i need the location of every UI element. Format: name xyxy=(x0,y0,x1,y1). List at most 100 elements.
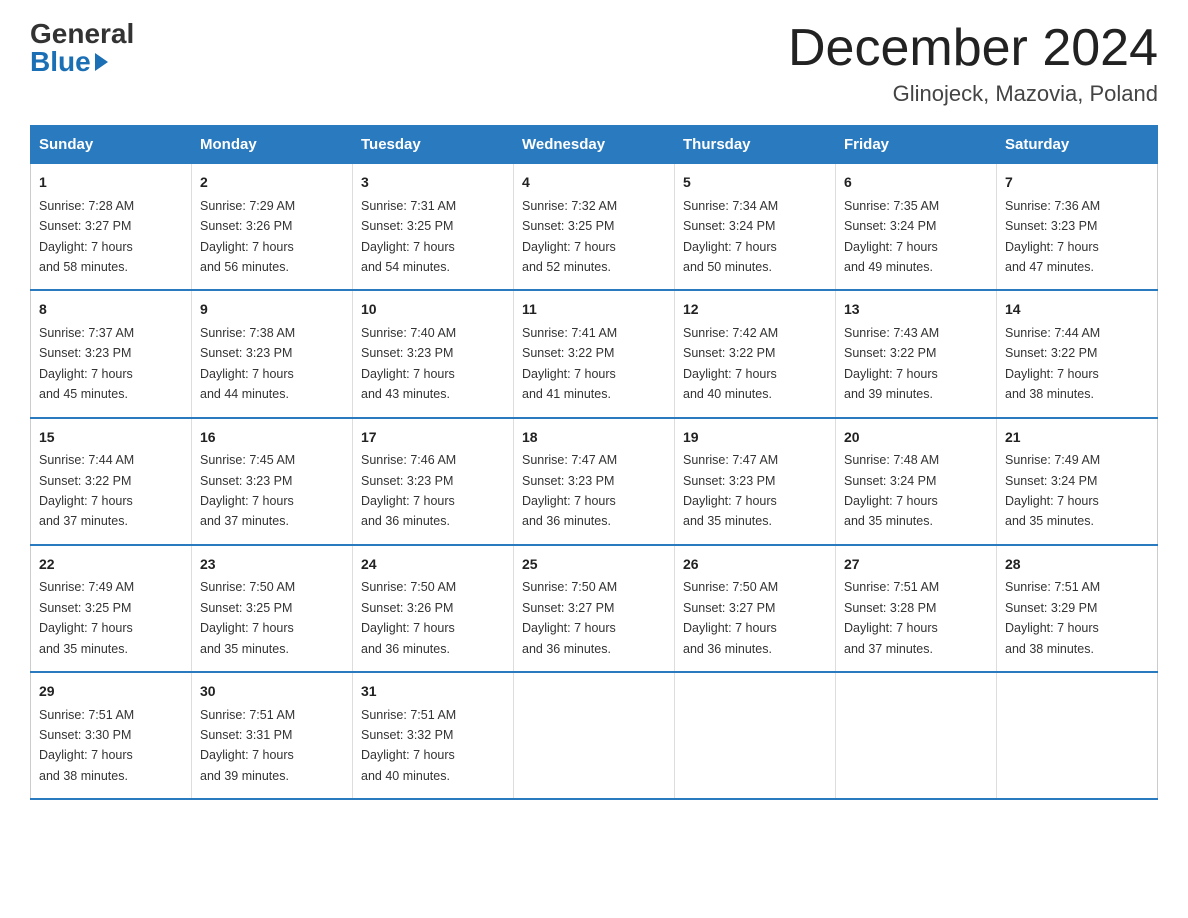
day-number: 10 xyxy=(361,299,505,321)
calendar-cell xyxy=(675,672,836,799)
day-number: 20 xyxy=(844,427,988,449)
day-number: 2 xyxy=(200,172,344,194)
day-number: 3 xyxy=(361,172,505,194)
day-info: Sunrise: 7:51 AM Sunset: 3:28 PM Dayligh… xyxy=(844,580,939,655)
calendar-cell: 11 Sunrise: 7:41 AM Sunset: 3:22 PM Dayli… xyxy=(514,290,675,417)
calendar-cell xyxy=(836,672,997,799)
logo-triangle-icon xyxy=(95,53,108,71)
calendar-cell xyxy=(514,672,675,799)
day-info: Sunrise: 7:50 AM Sunset: 3:25 PM Dayligh… xyxy=(200,580,295,655)
day-info: Sunrise: 7:47 AM Sunset: 3:23 PM Dayligh… xyxy=(522,453,617,528)
calendar-cell: 12 Sunrise: 7:42 AM Sunset: 3:22 PM Dayli… xyxy=(675,290,836,417)
day-info: Sunrise: 7:44 AM Sunset: 3:22 PM Dayligh… xyxy=(39,453,134,528)
day-number: 24 xyxy=(361,554,505,576)
day-info: Sunrise: 7:50 AM Sunset: 3:27 PM Dayligh… xyxy=(522,580,617,655)
day-number: 8 xyxy=(39,299,183,321)
header-monday: Monday xyxy=(192,126,353,164)
calendar-header-row: SundayMondayTuesdayWednesdayThursdayFrid… xyxy=(31,126,1158,164)
day-info: Sunrise: 7:47 AM Sunset: 3:23 PM Dayligh… xyxy=(683,453,778,528)
calendar-cell: 6 Sunrise: 7:35 AM Sunset: 3:24 PM Daylig… xyxy=(836,164,997,291)
day-number: 9 xyxy=(200,299,344,321)
day-info: Sunrise: 7:34 AM Sunset: 3:24 PM Dayligh… xyxy=(683,199,778,274)
day-info: Sunrise: 7:37 AM Sunset: 3:23 PM Dayligh… xyxy=(39,326,134,401)
logo: General Blue xyxy=(30,20,134,76)
calendar-cell: 22 Sunrise: 7:49 AM Sunset: 3:25 PM Dayli… xyxy=(31,545,192,672)
day-info: Sunrise: 7:49 AM Sunset: 3:25 PM Dayligh… xyxy=(39,580,134,655)
calendar-cell: 1 Sunrise: 7:28 AM Sunset: 3:27 PM Daylig… xyxy=(31,164,192,291)
calendar-cell: 2 Sunrise: 7:29 AM Sunset: 3:26 PM Daylig… xyxy=(192,164,353,291)
week-row-5: 29Sunrise: 7:51 AM Sunset: 3:30 PM Dayli… xyxy=(31,672,1158,799)
header-wednesday: Wednesday xyxy=(514,126,675,164)
day-info: Sunrise: 7:45 AM Sunset: 3:23 PM Dayligh… xyxy=(200,453,295,528)
day-info: Sunrise: 7:46 AM Sunset: 3:23 PM Dayligh… xyxy=(361,453,456,528)
day-info: Sunrise: 7:35 AM Sunset: 3:24 PM Dayligh… xyxy=(844,199,939,274)
week-row-2: 8 Sunrise: 7:37 AM Sunset: 3:23 PM Daylig… xyxy=(31,290,1158,417)
week-row-4: 22 Sunrise: 7:49 AM Sunset: 3:25 PM Dayli… xyxy=(31,545,1158,672)
day-number: 13 xyxy=(844,299,988,321)
calendar-cell: 27 Sunrise: 7:51 AM Sunset: 3:28 PM Dayli… xyxy=(836,545,997,672)
day-number: 27 xyxy=(844,554,988,576)
calendar-cell: 25 Sunrise: 7:50 AM Sunset: 3:27 PM Dayli… xyxy=(514,545,675,672)
day-number: 22 xyxy=(39,554,183,576)
day-number: 25 xyxy=(522,554,666,576)
day-number: 11 xyxy=(522,299,666,321)
calendar-cell: 3 Sunrise: 7:31 AM Sunset: 3:25 PM Daylig… xyxy=(353,164,514,291)
calendar-cell: 30 Sunrise: 7:51 AM Sunset: 3:31 PM Dayli… xyxy=(192,672,353,799)
day-number: 14 xyxy=(1005,299,1149,321)
header-sunday: Sunday xyxy=(31,126,192,164)
calendar-cell: 5 Sunrise: 7:34 AM Sunset: 3:24 PM Daylig… xyxy=(675,164,836,291)
day-info: Sunrise: 7:51 AM Sunset: 3:29 PM Dayligh… xyxy=(1005,580,1100,655)
day-number: 26 xyxy=(683,554,827,576)
day-number: 21 xyxy=(1005,427,1149,449)
day-number: 7 xyxy=(1005,172,1149,194)
day-info: Sunrise: 7:42 AM Sunset: 3:22 PM Dayligh… xyxy=(683,326,778,401)
title-block: December 2024 Glinojeck, Mazovia, Poland xyxy=(788,20,1158,107)
calendar-cell: 8 Sunrise: 7:37 AM Sunset: 3:23 PM Daylig… xyxy=(31,290,192,417)
day-info: Sunrise: 7:36 AM Sunset: 3:23 PM Dayligh… xyxy=(1005,199,1100,274)
calendar-cell: 10 Sunrise: 7:40 AM Sunset: 3:23 PM Dayli… xyxy=(353,290,514,417)
day-number: 17 xyxy=(361,427,505,449)
calendar-cell: 23 Sunrise: 7:50 AM Sunset: 3:25 PM Dayli… xyxy=(192,545,353,672)
day-number: 15 xyxy=(39,427,183,449)
day-number: 30 xyxy=(200,681,344,703)
day-info: Sunrise: 7:29 AM Sunset: 3:26 PM Dayligh… xyxy=(200,199,295,274)
day-number: 23 xyxy=(200,554,344,576)
calendar-cell: 29Sunrise: 7:51 AM Sunset: 3:30 PM Dayli… xyxy=(31,672,192,799)
header-thursday: Thursday xyxy=(675,126,836,164)
day-info: Sunrise: 7:32 AM Sunset: 3:25 PM Dayligh… xyxy=(522,199,617,274)
day-info: Sunrise: 7:50 AM Sunset: 3:26 PM Dayligh… xyxy=(361,580,456,655)
header-tuesday: Tuesday xyxy=(353,126,514,164)
month-title: December 2024 xyxy=(788,20,1158,77)
day-number: 1 xyxy=(39,172,183,194)
logo-general-text: General xyxy=(30,20,134,48)
day-number: 6 xyxy=(844,172,988,194)
day-info: Sunrise: 7:31 AM Sunset: 3:25 PM Dayligh… xyxy=(361,199,456,274)
day-info: Sunrise: 7:40 AM Sunset: 3:23 PM Dayligh… xyxy=(361,326,456,401)
calendar-cell: 4 Sunrise: 7:32 AM Sunset: 3:25 PM Daylig… xyxy=(514,164,675,291)
day-number: 19 xyxy=(683,427,827,449)
calendar-cell: 18Sunrise: 7:47 AM Sunset: 3:23 PM Dayli… xyxy=(514,418,675,545)
location-subtitle: Glinojeck, Mazovia, Poland xyxy=(788,81,1158,107)
calendar-cell: 15 Sunrise: 7:44 AM Sunset: 3:22 PM Dayli… xyxy=(31,418,192,545)
calendar-cell: 19 Sunrise: 7:47 AM Sunset: 3:23 PM Dayli… xyxy=(675,418,836,545)
calendar-cell: 9 Sunrise: 7:38 AM Sunset: 3:23 PM Daylig… xyxy=(192,290,353,417)
day-number: 5 xyxy=(683,172,827,194)
day-info: Sunrise: 7:50 AM Sunset: 3:27 PM Dayligh… xyxy=(683,580,778,655)
day-info: Sunrise: 7:51 AM Sunset: 3:32 PM Dayligh… xyxy=(361,708,456,783)
page-header: General Blue December 2024 Glinojeck, Ma… xyxy=(30,20,1158,107)
day-info: Sunrise: 7:49 AM Sunset: 3:24 PM Dayligh… xyxy=(1005,453,1100,528)
calendar-cell: 13Sunrise: 7:43 AM Sunset: 3:22 PM Dayli… xyxy=(836,290,997,417)
day-number: 29 xyxy=(39,681,183,703)
day-info: Sunrise: 7:28 AM Sunset: 3:27 PM Dayligh… xyxy=(39,199,134,274)
calendar-cell: 20Sunrise: 7:48 AM Sunset: 3:24 PM Dayli… xyxy=(836,418,997,545)
day-number: 31 xyxy=(361,681,505,703)
day-number: 4 xyxy=(522,172,666,194)
logo-blue-text: Blue xyxy=(30,48,108,76)
day-number: 28 xyxy=(1005,554,1149,576)
day-info: Sunrise: 7:38 AM Sunset: 3:23 PM Dayligh… xyxy=(200,326,295,401)
calendar-cell xyxy=(997,672,1158,799)
day-info: Sunrise: 7:41 AM Sunset: 3:22 PM Dayligh… xyxy=(522,326,617,401)
calendar-cell: 24 Sunrise: 7:50 AM Sunset: 3:26 PM Dayli… xyxy=(353,545,514,672)
day-number: 12 xyxy=(683,299,827,321)
day-info: Sunrise: 7:51 AM Sunset: 3:31 PM Dayligh… xyxy=(200,708,295,783)
